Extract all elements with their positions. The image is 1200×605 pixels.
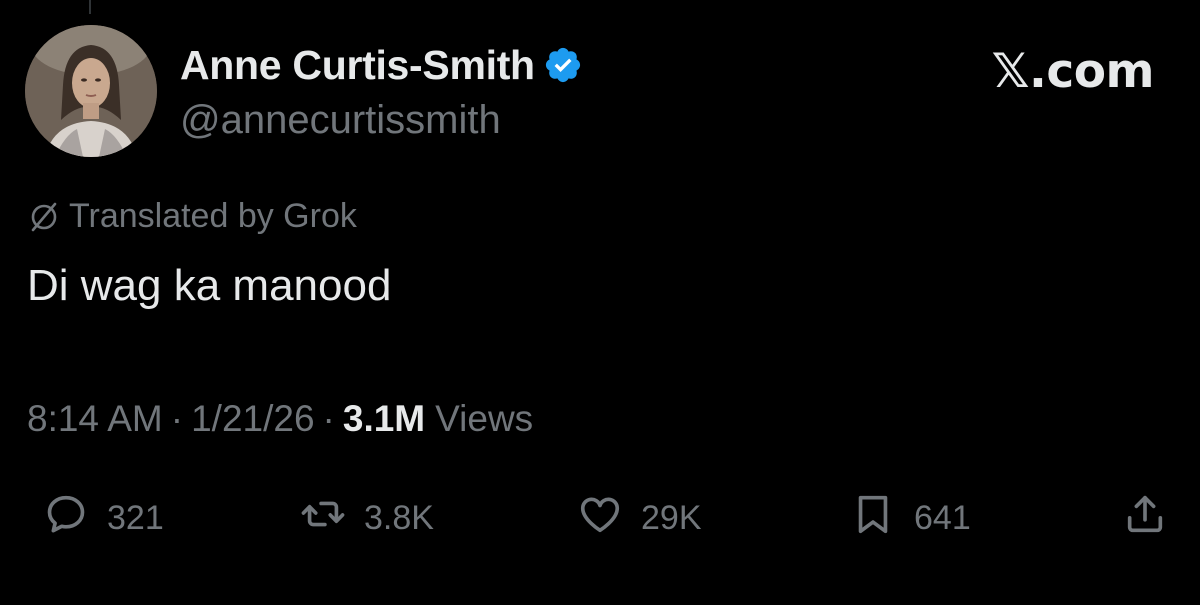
grok-icon <box>27 200 61 234</box>
share-button[interactable] <box>1122 488 1168 548</box>
views-label: Views <box>435 398 534 439</box>
translation-label: Translated by Grok <box>69 197 357 235</box>
tweet-meta: 8:14 AM · 1/21/26 · 3.1M Views <box>27 398 533 440</box>
display-name[interactable]: Anne Curtis-Smith <box>180 42 535 89</box>
meta-separator: · <box>322 398 335 439</box>
avatar-photo <box>25 25 157 157</box>
retweet-count: 3.8K <box>364 498 434 537</box>
action-bar: 321 3.8K 29K 641 <box>0 488 1200 548</box>
views-count: 3.1M <box>342 398 426 439</box>
retweet-button[interactable]: 3.8K <box>300 488 434 548</box>
user-handle[interactable]: @annecurtissmith <box>180 98 583 143</box>
bookmark-icon <box>850 491 896 546</box>
tweet-date[interactable]: 1/21/26 <box>191 398 314 440</box>
share-icon <box>1122 491 1168 546</box>
author-block: Anne Curtis-Smith @annecurtissmith <box>180 40 583 143</box>
translation-notice[interactable]: Translated by Grok <box>27 197 357 236</box>
bookmark-count: 641 <box>914 498 971 537</box>
avatar[interactable] <box>25 25 157 157</box>
tweet-time[interactable]: 8:14 AM <box>27 398 163 440</box>
heart-icon <box>577 491 623 546</box>
retweet-icon <box>300 491 346 546</box>
brand-watermark: 𝕏.com <box>991 44 1155 99</box>
reply-icon <box>43 491 89 546</box>
like-count: 29K <box>641 498 702 537</box>
meta-separator: · <box>170 398 184 439</box>
reply-button[interactable]: 321 <box>43 488 164 548</box>
tweet-text: Di wag ka manood <box>27 261 392 310</box>
like-button[interactable]: 29K <box>577 488 702 548</box>
verified-badge-icon <box>543 45 583 85</box>
bookmark-button[interactable]: 641 <box>850 488 971 548</box>
thread-connector-line <box>89 0 91 14</box>
reply-count: 321 <box>107 498 164 537</box>
name-row: Anne Curtis-Smith <box>180 40 583 90</box>
